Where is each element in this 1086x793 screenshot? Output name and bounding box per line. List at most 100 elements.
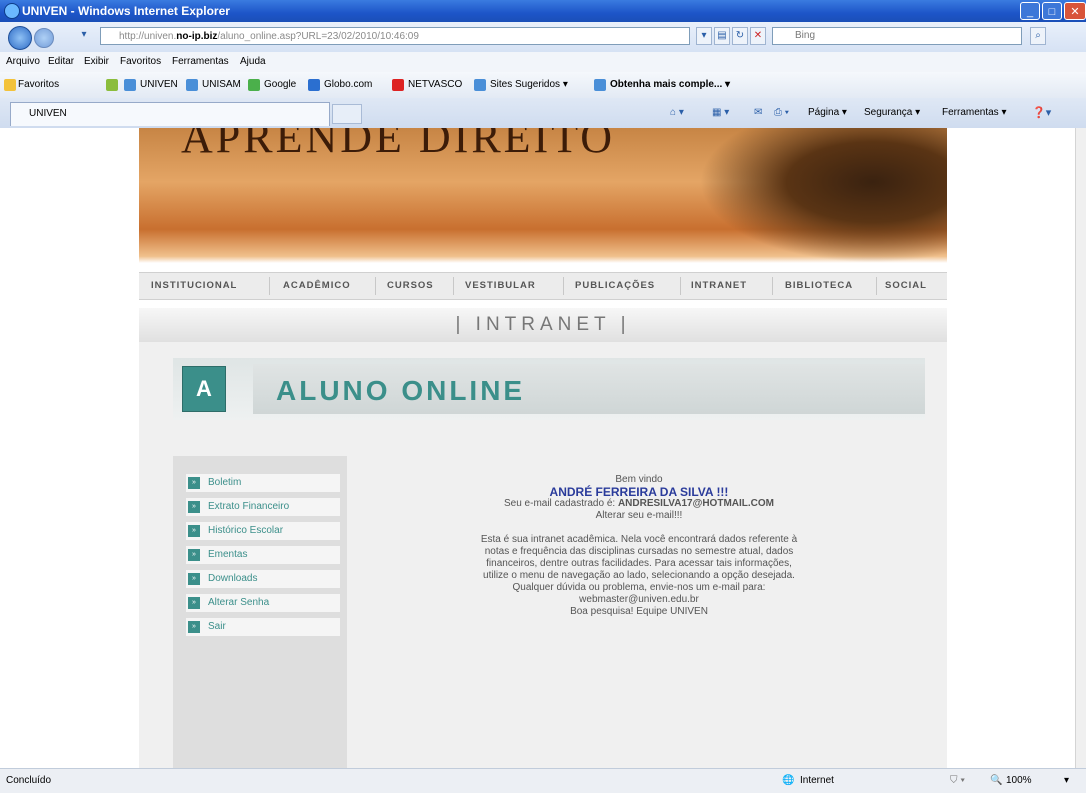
- bullet-icon: »: [188, 573, 200, 585]
- sidebar-item-label: Ementas: [208, 549, 248, 560]
- aluno-title: ALUNO ONLINE: [276, 375, 526, 406]
- fav-globo[interactable]: Globo.com: [324, 79, 372, 90]
- google-icon: [248, 79, 260, 91]
- favorites-star-icon: [4, 79, 16, 91]
- menu-editar[interactable]: Editar: [48, 56, 74, 67]
- ie-logo-icon: [4, 3, 20, 19]
- search-icon[interactable]: ⌕: [1030, 27, 1046, 45]
- menu-exibir[interactable]: Exibir: [84, 56, 109, 67]
- page-content: APRENDE DIREITO INSTITUCIONAL ACADÊMICO …: [0, 128, 1076, 768]
- nav-institucional[interactable]: INSTITUCIONAL: [151, 280, 237, 291]
- address-dropdown-icon[interactable]: ▾: [696, 27, 712, 45]
- sidebar-item-label: Boletim: [208, 477, 242, 488]
- menu-favoritos[interactable]: Favoritos: [120, 56, 161, 67]
- mail-icon[interactable]: ✉: [754, 107, 762, 118]
- window-title: UNIVEN - Windows Internet Explorer: [22, 4, 230, 18]
- vertical-scrollbar[interactable]: [1075, 128, 1086, 768]
- add-favorite-icon[interactable]: [106, 79, 118, 91]
- favorites-button[interactable]: Favoritos: [18, 79, 59, 90]
- aluno-online-header: A ALUNO ONLINE: [173, 358, 925, 420]
- bullet-icon: »: [188, 549, 200, 561]
- refresh-icon[interactable]: ↻: [732, 27, 748, 45]
- sidebar-item-label: Sair: [208, 621, 226, 632]
- sidebar-item-label: Downloads: [208, 573, 258, 584]
- intro-signoff: Boa pesquisa! Equipe UNIVEN: [570, 606, 708, 617]
- address-input[interactable]: http://univen.no-ip.biz/aluno_online.asp…: [100, 27, 690, 45]
- url-path: /aluno_online.asp?URL=23/02/2010/10:46:0…: [217, 31, 419, 42]
- menu-bar: Arquivo Editar Exibir Favoritos Ferramen…: [0, 52, 1086, 73]
- nav-academico[interactable]: ACADÊMICO: [283, 280, 351, 291]
- menu-ajuda[interactable]: Ajuda: [240, 56, 266, 67]
- zoom-level[interactable]: 100%: [1006, 775, 1032, 786]
- nav-biblioteca[interactable]: BIBLIOTECA: [785, 280, 853, 291]
- protected-mode-icon[interactable]: ⛉ ▾: [950, 775, 965, 786]
- search-input[interactable]: Bing: [772, 27, 1022, 45]
- security-menu[interactable]: Segurança ▾: [864, 107, 920, 118]
- feeds-icon[interactable]: ▦ ▾: [712, 107, 729, 118]
- fav-netvasco[interactable]: NETVASCO: [408, 79, 462, 90]
- globo-icon: [308, 79, 320, 91]
- tab-bar: UNIVEN ⌂ ▾ ▦ ▾ ✉ ⎙ ▾ Página ▾ Segurança …: [0, 98, 1086, 129]
- intro-line-5: Qualquer dúvida ou problema, envie-nos u…: [512, 582, 766, 593]
- back-button[interactable]: [8, 26, 32, 50]
- home-icon[interactable]: ⌂ ▾: [670, 107, 684, 118]
- tools-menu[interactable]: Ferramentas ▾: [942, 107, 1006, 118]
- intro-line-2: notas e frequência das disciplinas cursa…: [484, 546, 794, 557]
- bullet-icon: »: [188, 621, 200, 633]
- sidebar-item-alterar-senha[interactable]: » Alterar Senha: [186, 594, 340, 612]
- fav-unisam[interactable]: UNISAM: [202, 79, 241, 90]
- fav-obtenha-mais[interactable]: Obtenha mais comple... ▾: [610, 79, 730, 90]
- sidebar-item-ementas[interactable]: » Ementas: [186, 546, 340, 564]
- compatibility-icon[interactable]: ▤: [714, 27, 730, 45]
- address-toolbar: ▾ http://univen.no-ip.biz/aluno_online.a…: [0, 22, 1086, 53]
- maximize-button[interactable]: □: [1042, 2, 1062, 20]
- menu-ferramentas[interactable]: Ferramentas: [172, 56, 229, 67]
- sidebar-item-sair[interactable]: » Sair: [186, 618, 340, 636]
- ie-page-icon: [124, 79, 136, 91]
- forward-button[interactable]: [34, 28, 54, 48]
- print-icon[interactable]: ⎙ ▾: [774, 107, 789, 118]
- bullet-icon: »: [188, 477, 200, 489]
- sidebar-item-boletim[interactable]: » Boletim: [186, 474, 340, 492]
- nav-cursos[interactable]: CURSOS: [387, 280, 434, 291]
- fav-univen[interactable]: UNIVEN: [140, 79, 178, 90]
- new-tab-button[interactable]: [332, 104, 362, 124]
- intro-line-1: Esta é sua intranet acadêmica. Nela você…: [480, 534, 798, 545]
- nav-social[interactable]: SOCIAL: [885, 280, 927, 291]
- webmaster-email-link[interactable]: webmaster@univen.edu.br: [415, 594, 863, 606]
- url-prefix: http://univen.: [119, 31, 177, 42]
- ie-page-icon: [186, 79, 198, 91]
- bullet-icon: »: [188, 597, 200, 609]
- tab-univen[interactable]: UNIVEN: [10, 102, 330, 126]
- intro-line-4: utilize o menu de navegação ao lado, sel…: [483, 570, 795, 581]
- sidebar-item-historico[interactable]: » Histórico Escolar: [186, 522, 340, 540]
- minimize-button[interactable]: _: [1020, 2, 1040, 20]
- intro-line-3: financeiros, dentre outras facilidades. …: [486, 558, 792, 569]
- menu-arquivo[interactable]: Arquivo: [6, 56, 40, 67]
- history-dropdown-icon[interactable]: ▾: [76, 27, 92, 45]
- ie-page-icon: [594, 79, 606, 91]
- nav-publicacoes[interactable]: PUBLICAÇÕES: [575, 280, 655, 291]
- bullet-icon: »: [188, 501, 200, 513]
- zoom-icon[interactable]: 🔍: [990, 775, 1002, 786]
- email-label: Seu e-mail cadastrado é:: [503, 498, 616, 509]
- header-banner: APRENDE DIREITO: [139, 128, 947, 263]
- student-name: ANDRÉ FERREIRA DA SILVA !!!: [549, 485, 729, 499]
- bullet-icon: »: [188, 525, 200, 537]
- stop-icon[interactable]: ✕: [750, 27, 766, 45]
- change-email-link[interactable]: Alterar seu e-mail!!!: [415, 510, 863, 522]
- zoom-dropdown-icon[interactable]: ▾: [1064, 775, 1069, 786]
- close-button[interactable]: ✕: [1064, 2, 1086, 20]
- sidebar-item-extrato[interactable]: » Extrato Financeiro: [186, 498, 340, 516]
- sidebar-item-label: Extrato Financeiro: [208, 501, 290, 512]
- fav-sites-sugeridos[interactable]: Sites Sugeridos ▾: [490, 79, 568, 90]
- page-menu[interactable]: Página ▾: [808, 107, 847, 118]
- nav-vestibular[interactable]: VESTIBULAR: [465, 280, 536, 291]
- globe-icon: 🌐: [782, 775, 795, 786]
- fav-google[interactable]: Google: [264, 79, 296, 90]
- help-icon[interactable]: ❓▾: [1032, 106, 1051, 119]
- zone-text: Internet: [800, 775, 834, 786]
- nav-intranet[interactable]: INTRANET: [691, 280, 747, 291]
- sidebar-item-downloads[interactable]: » Downloads: [186, 570, 340, 588]
- sidebar-item-label: Histórico Escolar: [208, 525, 284, 536]
